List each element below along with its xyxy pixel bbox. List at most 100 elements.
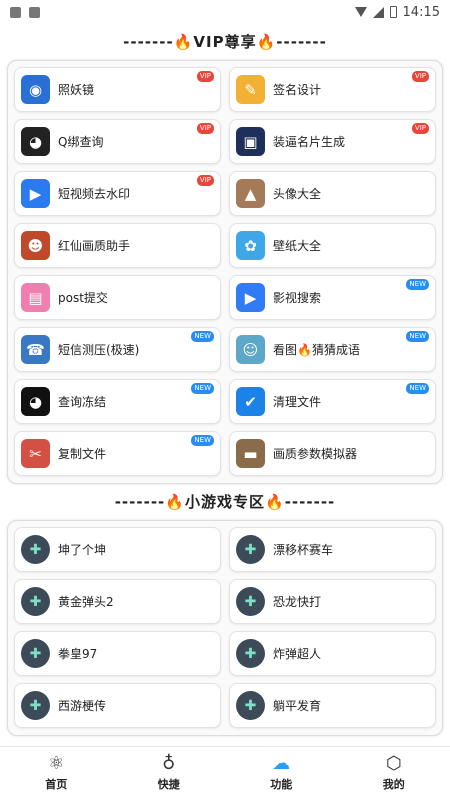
vip-item-card[interactable]: ▶ 短视频去水印 VIP	[14, 171, 221, 216]
badge-vip: VIP	[411, 71, 429, 82]
vip-item-card[interactable]: ☺ 看图🔥猜猜成语 NEW	[229, 327, 436, 372]
vip-item-card[interactable]: ▬ 画质参数模拟器	[229, 431, 436, 476]
badge-new: NEW	[406, 331, 429, 342]
status-time: 14:15	[402, 4, 440, 20]
badge-vip: VIP	[196, 175, 214, 186]
vip-item-label: 短信测压(极速)	[58, 343, 140, 357]
game-item-label: 躺平发育	[273, 699, 322, 713]
vip-item-label: Q绑查询	[58, 135, 104, 149]
nav-label: 首页	[45, 778, 68, 791]
nav-item-3[interactable]: ⬡ 我的	[338, 747, 450, 800]
battery-icon	[389, 6, 397, 18]
image-pen-icon: ✎	[236, 75, 265, 104]
puzzle-picture-icon: ☺	[236, 335, 265, 364]
nav-item-1[interactable]: ♁ 快捷	[113, 747, 226, 800]
qq-penguin-icon: ◕	[21, 387, 50, 416]
game-item-card[interactable]: ✚ 漂移杯赛车	[229, 527, 436, 572]
petal-icon: ✿	[236, 231, 265, 260]
vip-item-card[interactable]: ✿ 壁纸大全	[229, 223, 436, 268]
vip-item-card[interactable]: ◉ 照妖镜 VIP	[14, 67, 221, 112]
flame-icon: 🔥	[165, 493, 185, 511]
image-notification-icon	[29, 6, 40, 18]
flame-icon: 🔥	[265, 493, 285, 511]
vip-item-label: 影视搜索	[273, 291, 322, 305]
notification-icon	[10, 6, 21, 18]
nav-label: 快捷	[157, 778, 180, 791]
status-left	[10, 6, 40, 18]
nav-label: 我的	[382, 778, 405, 791]
nav-item-0[interactable]: ⚛ 首页	[0, 747, 113, 800]
vip-item-label: 照妖镜	[58, 83, 95, 97]
badge-vip: VIP	[196, 123, 214, 134]
badge-new: NEW	[406, 383, 429, 394]
nav-label: 功能	[270, 778, 293, 791]
game-item-card[interactable]: ✚ 躺平发育	[229, 683, 436, 728]
game-item-label: 黄金弹头2	[58, 595, 114, 609]
game-item-card[interactable]: ✚ 拳皇97	[14, 631, 221, 676]
vip-item-label: 短视频去水印	[58, 187, 131, 201]
vip-item-card[interactable]: ✂ 复制文件 NEW	[14, 431, 221, 476]
vip-grid: ◉ 照妖镜 VIP ✎ 签名设计 VIP ◕ Q绑查询 VIP ▣ 装逼名片生成 VIP ▶ 短视频去水印…	[14, 67, 436, 483]
game-item-card[interactable]: ✚ 恐龙快打	[229, 579, 436, 624]
game-item-label: 坤了个坤	[58, 543, 107, 557]
game-item-card[interactable]: ✚ 坤了个坤	[14, 527, 221, 572]
vip-panel: ◉ 照妖镜 VIP ✎ 签名设计 VIP ◕ Q绑查询 VIP ▣ 装逼名片生成 VIP ▶ 短视频去水印…	[7, 60, 443, 484]
game-item-label: 炸弹超人	[273, 647, 322, 661]
post-card-icon: ▤	[21, 283, 50, 312]
game-panel: ✚ 坤了个坤 ✚ 漂移杯赛车 ✚ 黄金弹头2 ✚ 恐龙快打 ✚ 拳皇97 ✚ 炸弹超人 ✚ 西游梗传 ✚ 躺平…	[7, 520, 443, 736]
badge-new: NEW	[406, 279, 429, 290]
game-item-label: 恐龙快打	[273, 595, 322, 609]
gamepad-icon: ✚	[236, 691, 265, 720]
vip-item-card[interactable]: ✔ 清理文件 NEW	[229, 379, 436, 424]
shield-icon: ✔	[236, 387, 265, 416]
movie-camera-icon: ▶	[236, 283, 265, 312]
gamepad-icon: ✚	[236, 639, 265, 668]
gamepad-icon: ✚	[236, 587, 265, 616]
game-character-icon: ☻	[21, 231, 50, 260]
cloud-icon: ☁	[272, 753, 291, 774]
vip-item-card[interactable]: ◕ Q绑查询 VIP	[14, 119, 221, 164]
nav-item-2[interactable]: ☁ 功能	[225, 747, 338, 800]
game-item-card[interactable]: ✚ 西游梗传	[14, 683, 221, 728]
gamepad-icon: ✚	[21, 691, 50, 720]
penguin-icon: ◕	[21, 127, 50, 156]
vip-item-label: 红仙画质助手	[58, 239, 131, 253]
gamepad-icon: ✚	[21, 639, 50, 668]
cube-icon: ⬡	[385, 753, 402, 774]
vip-item-label: 查询冻结	[58, 395, 107, 409]
vip-item-card[interactable]: ✎ 签名设计 VIP	[229, 67, 436, 112]
vip-item-card[interactable]: ▶ 影视搜索 NEW	[229, 275, 436, 320]
vip-item-label: 壁纸大全	[273, 239, 322, 253]
status-bar: 14:15	[0, 0, 450, 24]
vip-item-card[interactable]: ◕ 查询冻结 NEW	[14, 379, 221, 424]
bottom-nav: ⚛ 首页 ♁ 快捷 ☁ 功能 ⬡ 我的	[0, 746, 450, 800]
flame-icon: 🔥	[173, 33, 194, 51]
planet-icon: ♁	[162, 753, 176, 774]
badge-vip: VIP	[196, 71, 214, 82]
vip-item-label: 复制文件	[58, 447, 107, 461]
atom-icon: ⚛	[48, 753, 65, 774]
badge-vip: VIP	[411, 123, 429, 134]
badge-new: NEW	[191, 435, 214, 446]
fax-icon: ☎	[21, 335, 50, 364]
wifi-icon	[354, 7, 367, 17]
status-right: 14:15	[354, 4, 440, 20]
vip-item-label: 头像大全	[273, 187, 322, 201]
vip-item-card[interactable]: ▤ post提交	[14, 275, 221, 320]
vip-item-card[interactable]: ▲ 头像大全	[229, 171, 436, 216]
vip-item-card[interactable]: ☻ 红仙画质助手	[14, 223, 221, 268]
vip-item-label: 签名设计	[273, 83, 322, 97]
video-camera-icon: ▶	[21, 179, 50, 208]
game-grid: ✚ 坤了个坤 ✚ 漂移杯赛车 ✚ 黄金弹头2 ✚ 恐龙快打 ✚ 拳皇97 ✚ 炸弹超人 ✚ 西游梗传 ✚ 躺平…	[14, 527, 436, 735]
game-item-card[interactable]: ✚ 黄金弹头2	[14, 579, 221, 624]
game-item-label: 西游梗传	[58, 699, 107, 713]
badge-new: NEW	[191, 331, 214, 342]
badge-new: NEW	[191, 383, 214, 394]
vip-item-card[interactable]: ▣ 装逼名片生成 VIP	[229, 119, 436, 164]
vip-item-label: 清理文件	[273, 395, 322, 409]
vip-section-title: -------🔥VIP尊享🔥-------	[123, 33, 327, 51]
flame-icon: 🔥	[256, 33, 277, 51]
vip-item-label: 看图🔥猜猜成语	[273, 343, 360, 357]
game-item-card[interactable]: ✚ 炸弹超人	[229, 631, 436, 676]
vip-item-card[interactable]: ☎ 短信测压(极速) NEW	[14, 327, 221, 372]
